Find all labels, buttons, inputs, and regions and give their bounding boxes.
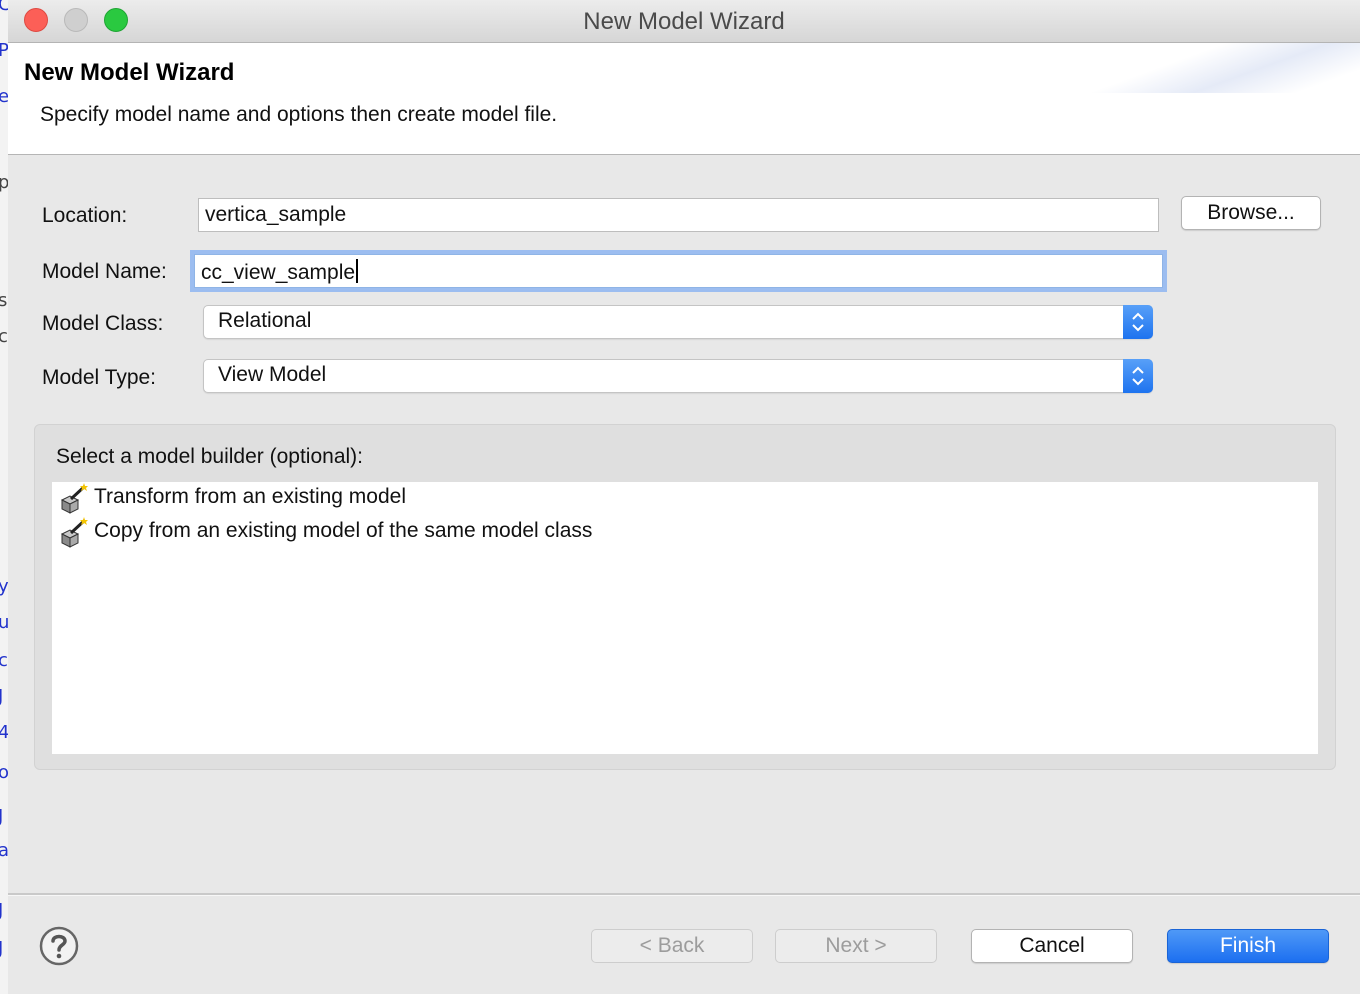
model-name-field[interactable]: cc_view_sample [194,254,1163,288]
background-glyph: J [0,938,3,959]
model-builder-label: Select a model builder (optional): [56,445,364,468]
help-icon[interactable] [39,926,79,966]
list-item-label: Transform from an existing model [94,485,406,508]
model-builder-icon [60,482,90,514]
list-item-copy[interactable]: Copy from an existing model of the same … [60,516,700,548]
background-glyph: J [0,900,3,921]
browse-button[interactable]: Browse... [1181,196,1321,230]
location-field[interactable]: vertica_sample [198,198,1159,232]
new-model-wizard-dialog: New Model Wizard New Model Wizard Specif… [8,0,1360,994]
location-value: vertica_sample [205,203,347,226]
model-type-selected: View Model [218,363,327,386]
text-cursor [356,259,359,283]
model-builder-list[interactable]: Transform from an existing model Copy fr… [52,482,1318,754]
location-label: Location: [42,204,128,227]
background-glyph: J [0,806,3,827]
model-class-selected: Relational [218,309,312,332]
model-class-label: Model Class: [42,312,164,335]
background-glyph: s [0,290,7,311]
updown-chevron-icon [1123,359,1153,393]
banner-graphic [1080,43,1360,93]
wizard-page-title: New Model Wizard [24,59,235,86]
wizard-banner: New Model Wizard Specify model name and … [8,43,1360,155]
wizard-page-description: Specify model name and options then crea… [40,103,558,126]
model-builder-icon [60,516,90,548]
model-name-value: cc_view_sample [201,261,356,284]
back-button[interactable]: < Back [591,929,753,963]
model-type-label: Model Type: [42,366,157,389]
background-glyph: c [0,326,8,347]
next-button[interactable]: Next > [775,929,937,963]
background-glyph: J [0,686,3,707]
finish-button[interactable]: Finish [1167,929,1329,963]
footer-divider [8,893,1360,896]
cancel-button[interactable]: Cancel [971,929,1133,963]
model-class-select[interactable]: Relational [203,305,1153,339]
title-bar[interactable]: New Model Wizard [8,0,1360,43]
window-title: New Model Wizard [583,8,785,35]
model-builder-group: Select a model builder (optional): Trans… [34,424,1336,770]
list-item-label: Copy from an existing model of the same … [94,519,593,542]
background-glyph: c [0,650,8,671]
model-name-label: Model Name: [42,260,167,283]
list-item-transform[interactable]: Transform from an existing model [60,482,700,514]
model-type-select[interactable]: View Model [203,359,1153,393]
updown-chevron-icon [1123,305,1153,339]
